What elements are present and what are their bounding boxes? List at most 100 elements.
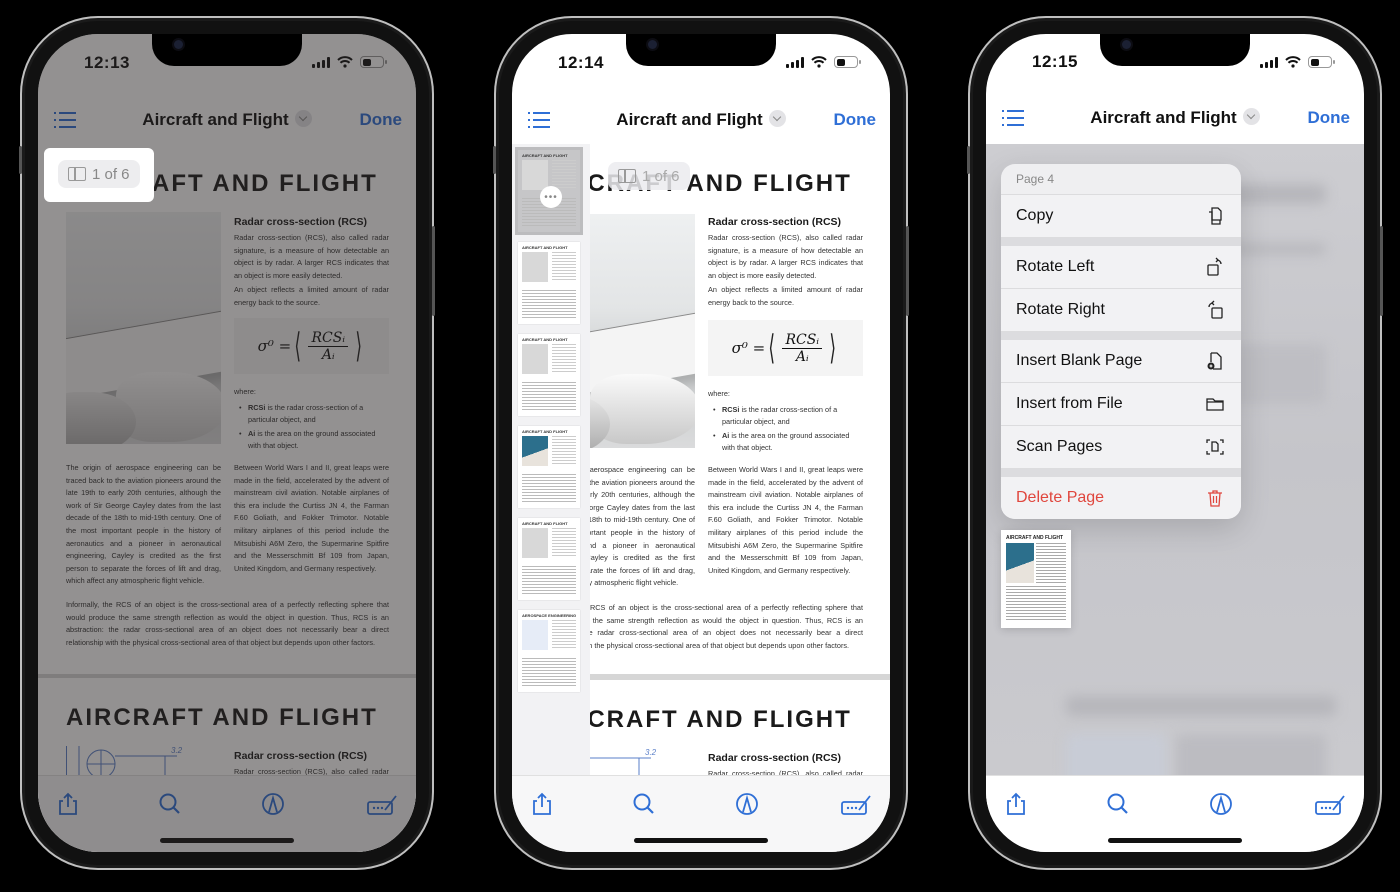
section-heading: Radar cross-section (RCS) [708, 752, 842, 764]
menu-item-copy[interactable]: Copy [1001, 195, 1241, 238]
screen: 12:13 Aircraft and Flight Done AIRCRAFT … [38, 34, 416, 852]
formula-denominator: Aᵢ [795, 348, 809, 365]
definition-list: RCSi is the radar cross-section of a par… [712, 404, 864, 456]
markup-pen-icon[interactable] [259, 790, 287, 818]
done-button[interactable]: Done [834, 110, 877, 130]
dynamic-island [1100, 34, 1250, 66]
copy-icon [1209, 207, 1222, 225]
document-title: Aircraft and Flight [616, 110, 763, 129]
bullet-ai: Ai is the area on the ground associated … [238, 428, 390, 451]
history-right: Between World Wars I and II, great leaps… [708, 465, 863, 575]
markup-pen-icon[interactable] [733, 790, 761, 818]
section-heading: Radar cross-section (RCS) [234, 750, 368, 762]
status-time: 12:14 [558, 53, 604, 72]
phone-2: 12:14 Aircraft and Flight Done AIRCRAFT … [493, 16, 909, 870]
search-icon[interactable] [630, 790, 658, 818]
angle-left: ⟨ [768, 328, 776, 368]
screen: 12:14 Aircraft and Flight Done AIRCRAFT … [512, 34, 890, 852]
rotate-right-icon [1208, 300, 1223, 319]
section-heading: Radar cross-section (RCS) [708, 216, 842, 228]
wifi-icon [811, 56, 827, 68]
pdf-page-2: AIRCRAFT AND FLIGHT 3.2 Radar cross-sect… [38, 678, 416, 776]
page-thumbnail[interactable]: AIRCRAFT AND FLIGHT [518, 518, 580, 600]
menu-item-insert-blank-page[interactable]: Insert Blank Page [1001, 340, 1241, 383]
mute-switch [493, 146, 496, 174]
history-left: The origin of aerospace engineering can … [66, 463, 221, 586]
form-fill-icon[interactable] [366, 790, 398, 818]
page-indicator-label: 1 of 6 [642, 167, 680, 185]
menu-header: Page 4 [1001, 164, 1241, 195]
angle-left: ⟨ [294, 326, 302, 366]
markup-pen-icon[interactable] [1207, 790, 1235, 818]
formula-lhs: σ⁰ = [257, 337, 292, 355]
more-options-button[interactable]: ••• [540, 186, 562, 208]
done-button[interactable]: Done [1308, 108, 1351, 128]
definition-list: RCSi is the radar cross-section of a par… [238, 402, 390, 454]
page-thumbnail[interactable]: AIRCRAFT AND FLIGHT ••• [515, 147, 583, 235]
blueprint-drawing: 3.2 [66, 746, 197, 776]
where-label: where: [708, 389, 730, 398]
where-label: where: [234, 387, 256, 396]
nav-bar: Aircraft and Flight Done [38, 86, 416, 144]
menu-item-insert-from-file[interactable]: Insert from File [1001, 383, 1241, 426]
angle-right: ⟩ [355, 326, 363, 366]
search-icon[interactable] [156, 790, 184, 818]
page-thumbnail[interactable]: AIRCRAFT AND FLIGHT [518, 334, 580, 416]
document-view[interactable]: AIRCRAFT AND FLIGHT Radar cross-section … [512, 144, 890, 776]
history-right: Between World Wars I and II, great leaps… [234, 463, 389, 573]
share-icon[interactable] [1002, 790, 1030, 818]
home-indicator [634, 838, 768, 843]
share-icon[interactable] [54, 790, 82, 818]
phone-3: 12:15 Aircraft and Flight Done Page 4 Co… [967, 16, 1383, 870]
document-view[interactable]: AIRCRAFT AND FLIGHT Radar cross-section … [38, 144, 416, 776]
blueprint-dimension: 3.2 [645, 748, 657, 757]
menu-item-rotate-left[interactable]: Rotate Left [1001, 246, 1241, 289]
page-indicator-label: 1 of 6 [92, 165, 130, 183]
camera-icon [1122, 40, 1131, 49]
menu-item-scan-pages[interactable]: Scan Pages [1001, 426, 1241, 469]
menu-item-delete-page[interactable]: Delete Page [1001, 477, 1241, 519]
page-thumbnail[interactable]: AIRCRAFT AND FLIGHT [518, 426, 580, 508]
screen: 12:15 Aircraft and Flight Done Page 4 Co… [986, 34, 1364, 852]
done-button[interactable]: Done [360, 110, 403, 130]
rcs-intro: Radar cross-section (RCS), also called r… [708, 233, 863, 280]
search-icon[interactable] [1104, 790, 1132, 818]
scan-icon [1206, 439, 1224, 455]
rcs-intro: Radar cross-section (RCS), also called r… [234, 233, 389, 280]
form-fill-icon[interactable] [840, 790, 872, 818]
cellular-signal-icon [1260, 56, 1278, 68]
form-fill-icon[interactable] [1314, 790, 1346, 818]
page-indicator[interactable]: 1 of 6 [58, 160, 140, 188]
formula-denominator: Aᵢ [321, 346, 335, 363]
menu-separator [1001, 238, 1241, 246]
cellular-signal-icon [312, 56, 330, 68]
menu-separator [1001, 469, 1241, 477]
insert-blank-page-icon [1207, 352, 1222, 370]
document-title: Aircraft and Flight [142, 110, 289, 129]
dynamic-island [152, 34, 302, 66]
dynamic-island [626, 34, 776, 66]
mute-switch [19, 146, 22, 174]
rotate-left-icon [1207, 257, 1222, 276]
formula-lhs: σ⁰ = [731, 339, 766, 357]
bullet-rcsi: RCSi is the radar cross-section of a par… [238, 402, 390, 425]
share-icon[interactable] [528, 790, 556, 818]
page-thumbnail-sidebar[interactable]: AIRCRAFT AND FLIGHT ••• AIRCRAFT AND FLI… [512, 144, 590, 776]
side-button [906, 226, 909, 316]
pdf-page-1: AIRCRAFT AND FLIGHT Radar cross-section … [38, 144, 416, 674]
nav-bar: Aircraft and Flight Done [986, 84, 1364, 142]
chevron-down-icon [294, 110, 312, 128]
chevron-down-icon [1242, 108, 1260, 126]
side-button [1380, 226, 1383, 316]
bullet-rcsi: RCSi is the radar cross-section of a par… [712, 404, 864, 427]
home-indicator [160, 838, 294, 843]
page-thumbnail[interactable]: AEROSPACE ENGINEERING [518, 610, 580, 692]
angle-right: ⟩ [829, 328, 837, 368]
page-indicator[interactable]: 1 of 6 [608, 162, 690, 190]
informal-paragraph: Informally, the RCS of an object is the … [66, 600, 389, 647]
page-title: AIRCRAFT AND FLIGHT [66, 704, 378, 731]
menu-item-rotate-right[interactable]: Rotate Right [1001, 289, 1241, 332]
page-thumbnail[interactable]: AIRCRAFT AND FLIGHT [518, 242, 580, 324]
folder-icon [1206, 398, 1224, 411]
bullet-ai: Ai is the area on the ground associated … [712, 430, 864, 453]
